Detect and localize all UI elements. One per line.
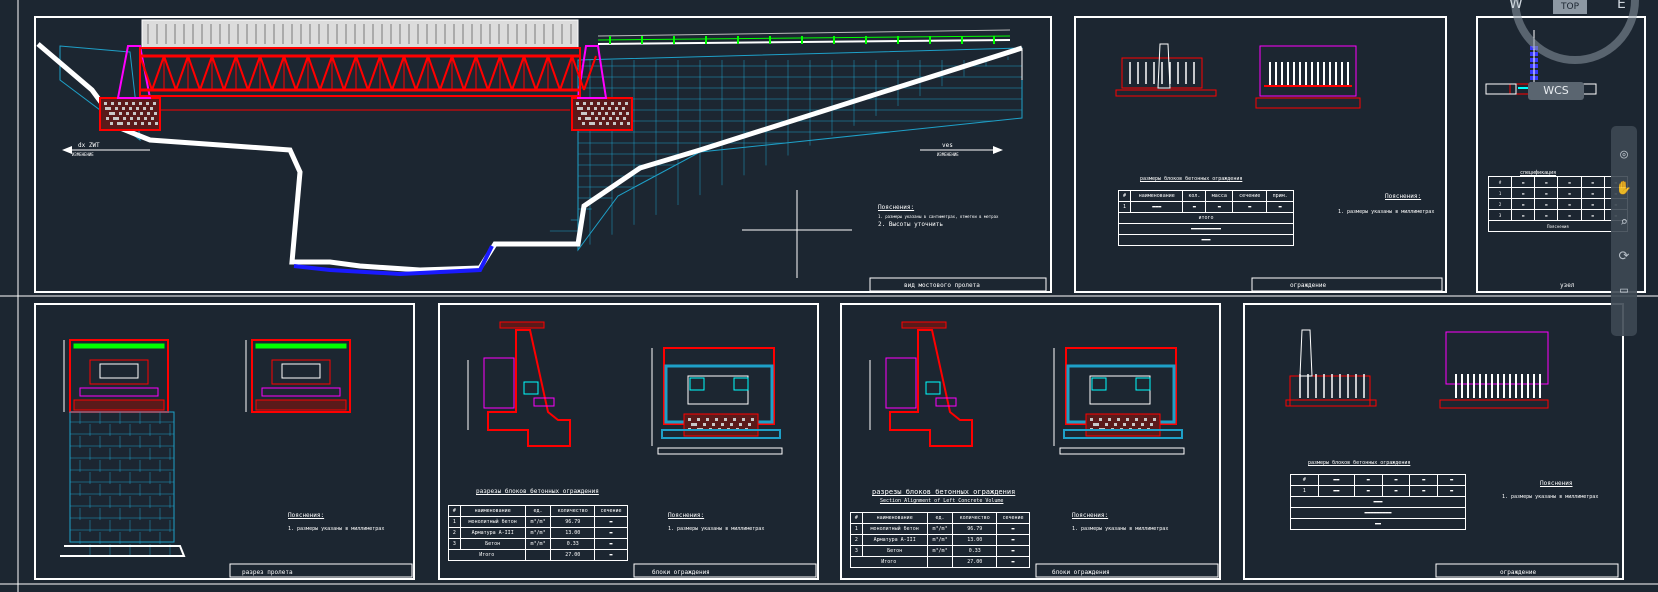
table-row: ▬▬▬▬▬▬▬▬▬▬ [1118, 223, 1294, 235]
s7-table-title: размеры блоков бетонных ограждения [1308, 460, 1411, 466]
navigation-bar[interactable]: ◎ ✋ ⌕ ⟳ ▭ [1611, 126, 1637, 336]
s3-spec-table: #▬▬▬▬▬ 1▬▬▬▬▬ 2▬▬▬▬▬ 3▬▬▬▬▬ Пояснения [1487, 176, 1629, 232]
sheet-bridge-elevation[interactable] [34, 16, 1052, 293]
direction-right-label: ves [942, 142, 953, 149]
table-row: итого [1118, 212, 1294, 224]
table-row: 1 монолитный бетон m³/m³ 96.79 ▬ [448, 516, 628, 528]
viewcube-east-label[interactable]: E [1617, 0, 1626, 12]
table-row: 3 Бетон m³/m³ 0.33 ▬ [448, 538, 628, 550]
table-header-cell: наименование [861, 512, 928, 524]
table-row: 2▬▬▬▬▬ [1487, 198, 1629, 210]
table-row: ▬▬▬ [1118, 234, 1294, 246]
table-header-cell: # [1117, 190, 1132, 202]
sheet-cross-section[interactable] [34, 303, 415, 580]
sheet-barrier-detail[interactable] [1074, 16, 1447, 293]
table-row: 3▬▬▬▬▬ [1487, 209, 1629, 221]
s1-notes-title: Пояснения: [878, 204, 915, 211]
zoom-icon[interactable]: ⌕ [1615, 214, 1633, 232]
s1-notes-line1: 1. размеры указаны в сантиметрах, отметк… [878, 214, 999, 219]
table-header-row: # наименование ед. количество сечение [448, 505, 628, 517]
table-row: #▬▬▬▬▬ [1487, 176, 1629, 188]
s4-titleblock: разрез пролета [242, 569, 293, 576]
table-header-cell: сечение [594, 505, 628, 517]
table-row: 2 Арматура A-III m³/m³ 13.00 ▬ [850, 534, 1030, 546]
direction-right-sublabel: ИЗМЕНЕНИЕ [937, 152, 959, 157]
s2-titleblock: ограждение [1290, 282, 1327, 289]
table-header-cell: ед. [926, 512, 954, 524]
s5-notes-line1: 1. размеры указаны в миллиметрах [668, 526, 765, 532]
table-header-row: # наименование ед. количество сечение [850, 512, 1030, 524]
s7-notes-title: Пояснения [1540, 480, 1573, 487]
s4-notes-title: Пояснения: [288, 512, 325, 519]
table-row: # ▬▬ ▬ ▬ ▬ ▬ [1290, 474, 1466, 486]
table-header-cell: количество [952, 512, 997, 524]
table-row: Итого 27.00 ▬ [850, 556, 1030, 568]
s5-materials-table: # наименование ед. количество сечение 1м… [448, 505, 628, 561]
direction-left-label: dx ZWT [78, 142, 100, 149]
s6-materials-table: # наименование ед. количество сечение 1м… [850, 512, 1030, 568]
table-row: 1 ▬▬▬ ▬ ▬ ▬ ▬ [1117, 201, 1294, 213]
table-header-cell: количество [550, 505, 595, 517]
table-row: 1▬▬▬▬▬ [1487, 187, 1629, 199]
table-row: 3 Бетон m³/m³ 0.33 ▬ [850, 545, 1030, 557]
s7-spec-table: # ▬▬ ▬ ▬ ▬ ▬ 1 ▬▬ ▬ ▬ ▬ ▬ ▬▬▬ ▬▬▬▬▬▬▬▬▬ ▬▬ [1290, 474, 1466, 530]
table-row: ▬▬▬▬▬▬▬▬▬ [1290, 507, 1466, 519]
table-header-cell: сечение [996, 512, 1030, 524]
table-header-cell: # [448, 505, 461, 517]
s6-caption-sub: Section Alignment of Left Concrete Volum… [880, 498, 1004, 504]
table-header-cell: кол. [1182, 190, 1207, 202]
table-row: 2 Арматура A-III m³/m³ 13.00 ▬ [448, 527, 628, 539]
table-row: Итого 27.00 ▬ [448, 549, 628, 561]
table-row: ▬▬ [1290, 518, 1466, 530]
s6-notes-line1: 1. размеры указаны в миллиметрах [1072, 526, 1169, 532]
steering-wheel-icon[interactable]: ◎ [1615, 146, 1633, 164]
table-header-cell: масса [1205, 190, 1234, 202]
s2-table-title: размеры блоков бетонных ограждения [1140, 176, 1243, 182]
table-row: Пояснения [1488, 220, 1628, 232]
sheet-barrier-detail-2[interactable] [1243, 303, 1624, 580]
table-header-cell: сечение [1232, 190, 1268, 202]
s5-titleblock: блоки ограждения [652, 569, 710, 576]
viewcube[interactable]: TOP W E [1505, 0, 1645, 70]
table-row: 1 ▬▬ ▬ ▬ ▬ ▬ [1290, 485, 1466, 497]
table-total-cell: Пояснения [1488, 220, 1628, 232]
s7-titleblock: ограждение [1500, 569, 1537, 576]
table-header-cell: наименование [1130, 190, 1184, 202]
viewcube-west-label[interactable]: W [1509, 0, 1523, 12]
s3-titleblock: узел [1560, 282, 1575, 289]
s4-notes-line1: 1. размеры указаны в миллиметрах [288, 526, 385, 532]
direction-left-sublabel: ИЗМЕНЕНИЕ [72, 152, 94, 157]
showmotion-icon[interactable]: ▭ [1615, 282, 1633, 300]
table-header-cell: прим. [1266, 190, 1294, 202]
table-header-row: # наименование кол. масса сечение прим. [1117, 190, 1294, 202]
s1-notes-line2: 2. Высоты уточнить [878, 221, 944, 228]
s1-titleblock: вид мостового пролета [904, 282, 980, 289]
table-row: 1 монолитный бетон m³/m³ 96.79 ▬ [850, 523, 1030, 535]
orbit-icon[interactable]: ⟳ [1615, 248, 1633, 266]
wcs-button[interactable]: WCS [1528, 82, 1584, 100]
s6-notes-title: Пояснения: [1072, 512, 1109, 519]
viewcube-top-face[interactable]: TOP [1553, 0, 1587, 14]
table-header-cell: наименование [459, 505, 526, 517]
table-total-cell: итого [1118, 212, 1294, 224]
s6-titleblock: блоки ограждения [1052, 569, 1110, 576]
table-header-cell: ед. [524, 505, 552, 517]
s6-caption: разрезы блоков бетонных ограждения [872, 488, 1016, 496]
table-row: ▬▬▬ [1290, 496, 1466, 508]
s2-notes-title: Пояснения: [1385, 193, 1422, 200]
s7-notes-line1: 1. размеры указаны в миллиметрах [1502, 494, 1599, 500]
pan-icon[interactable]: ✋ [1615, 180, 1633, 198]
s2-notes-line1: 1. размеры указаны в миллиметрах [1338, 209, 1435, 215]
s5-caption: разрезы блоков бетонных ограждения [476, 488, 599, 495]
table-header-cell: # [850, 512, 863, 524]
s2-spec-table: # наименование кол. масса сечение прим. … [1117, 190, 1294, 246]
s5-notes-title: Пояснения: [668, 512, 705, 519]
